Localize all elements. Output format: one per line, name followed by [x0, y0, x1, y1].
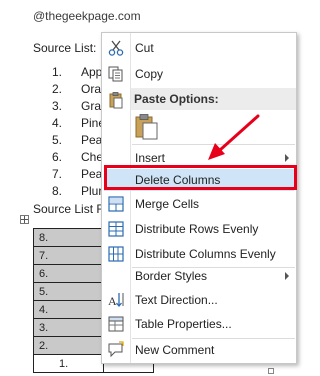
annotation-arrow-icon [208, 114, 260, 160]
